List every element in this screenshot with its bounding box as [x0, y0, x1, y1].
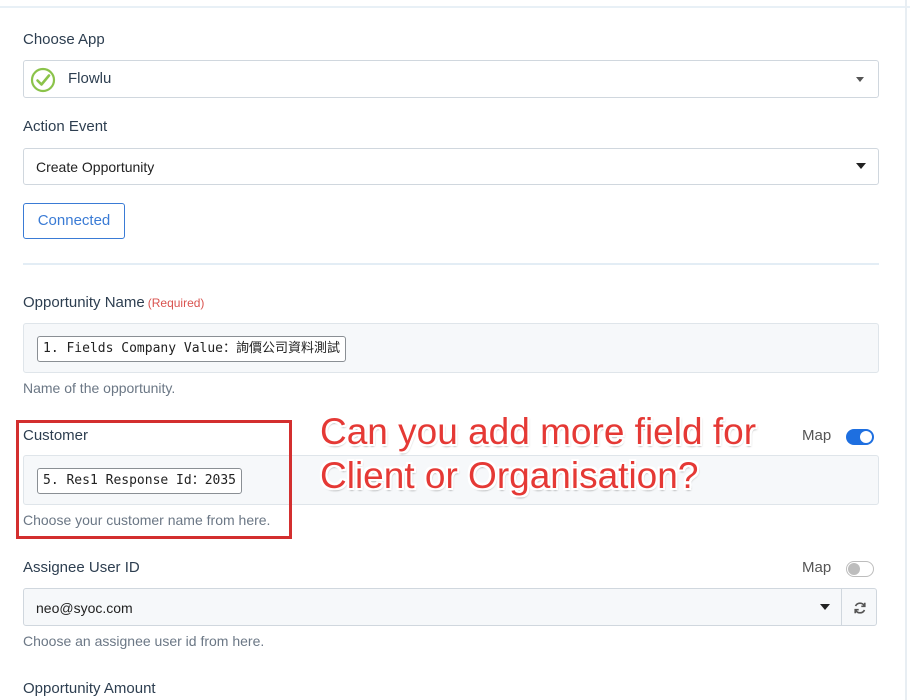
mapped-token[interactable]: 1. Fields Company Value：詢價公司資料測試: [37, 336, 347, 362]
assignee-map-label: Map: [802, 559, 832, 576]
assignee-label: Assignee User ID: [23, 559, 140, 576]
toggle-knob: [860, 431, 872, 443]
assignee-map-toggle[interactable]: [846, 561, 874, 577]
chevron-down-icon: [820, 604, 830, 610]
section-divider: [23, 263, 879, 265]
choose-app-select[interactable]: Flowlu: [23, 60, 879, 98]
opportunity-amount-label: Opportunity Amount: [23, 680, 156, 697]
connected-button[interactable]: Connected: [23, 203, 125, 239]
chevron-down-icon: [856, 163, 866, 169]
choose-app-value: Flowlu: [68, 70, 112, 87]
required-badge: (Required): [147, 296, 205, 310]
action-event-select[interactable]: Create Opportunity: [23, 148, 879, 185]
assignee-select[interactable]: neo@syoc.com: [23, 588, 842, 626]
customer-map-label: Map: [802, 427, 832, 444]
right-edge-divider: [905, 0, 907, 700]
flowlu-check-icon: [30, 67, 56, 93]
opportunity-name-label-row: Opportunity Name (Required): [23, 294, 204, 312]
chevron-down-icon: [856, 77, 864, 82]
annotation-text-line2: Client or Organisation?: [320, 455, 699, 496]
opportunity-name-help: Name of the opportunity.: [23, 380, 176, 396]
assignee-value: neo@syoc.com: [36, 600, 133, 616]
customer-map-toggle[interactable]: [846, 429, 874, 445]
opportunity-name-label: Opportunity Name: [23, 294, 145, 311]
refresh-icon: [854, 602, 866, 614]
assignee-help: Choose an assignee user id from here.: [23, 633, 265, 649]
top-divider: [0, 0, 910, 8]
choose-app-label: Choose App: [23, 31, 105, 48]
opportunity-name-field[interactable]: 1. Fields Company Value：詢價公司資料測試: [23, 323, 879, 373]
annotation-highlight-box: [16, 420, 292, 539]
action-event-label: Action Event: [23, 118, 108, 135]
annotation-text-line1: Can you add more field for: [320, 411, 757, 452]
refresh-button[interactable]: [841, 588, 877, 626]
action-event-value: Create Opportunity: [36, 159, 155, 175]
toggle-knob: [848, 563, 860, 575]
